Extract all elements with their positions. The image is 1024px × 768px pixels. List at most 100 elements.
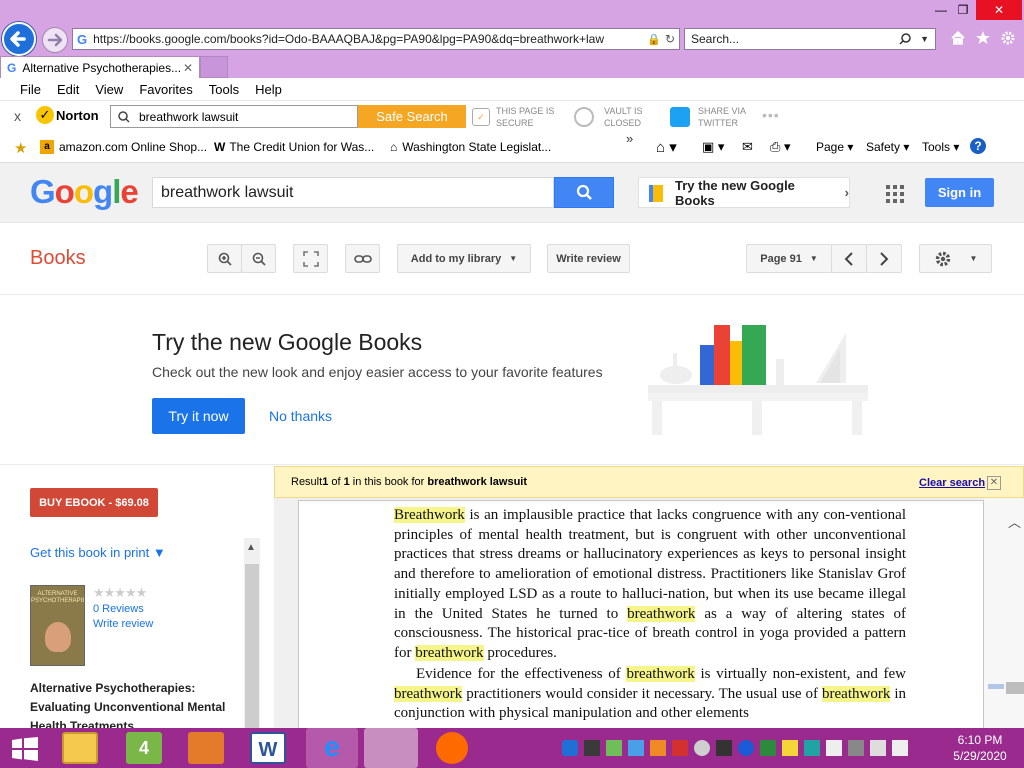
tray-cloud-icon[interactable] [694,740,710,756]
tray-red-icon[interactable] [672,740,688,756]
windows-start-icon[interactable] [12,737,38,761]
tray-gray-icon[interactable] [848,740,864,756]
page-secure-status[interactable]: ✓ THIS PAGE IS SECURE [472,105,554,129]
tray-app-icon[interactable] [584,740,600,756]
buy-ebook-button[interactable]: BUY EBOOK - $69.08 [30,488,158,517]
search-icon[interactable] [898,32,912,46]
favorites-overflow-chevron[interactable]: » [626,131,633,146]
close-result-bar-icon[interactable]: ✕ [987,476,1001,490]
menu-tools[interactable]: Tools [209,82,239,97]
norton-search-input[interactable]: breathwork lawsuit [110,105,358,128]
print-icon[interactable]: ⎙ ▾ [770,139,791,155]
search-dropdown-icon[interactable]: ▼ [920,34,929,44]
favorites-star-icon[interactable] [975,30,991,46]
fullscreen-button[interactable] [293,244,328,273]
tools-menu[interactable]: Tools ▾ [922,140,959,154]
sign-in-button[interactable]: Sign in [925,178,994,207]
app-chart-icon[interactable] [188,732,224,764]
home-icon[interactable] [950,30,966,46]
scroll-up-arrow-icon[interactable]: ▲ [246,542,256,553]
firefox-icon[interactable] [436,732,468,764]
app-green-4-icon[interactable]: 4 [126,732,162,764]
page-menu[interactable]: Page ▾ [816,140,853,154]
safe-search-button[interactable]: Safe Search [358,105,466,128]
internet-explorer-icon[interactable]: e [306,728,358,768]
tray-teal-icon[interactable] [804,740,820,756]
scroll-thumb[interactable] [1006,682,1024,694]
tab-close-icon[interactable]: ✕ [183,61,193,75]
google-search-input[interactable]: breathwork lawsuit [152,177,554,208]
sidebar-scrollbar[interactable]: ▲ [244,538,260,730]
tray-check-icon[interactable] [782,740,798,756]
page-select-button[interactable]: Page 91 ▼ [746,244,832,273]
zoom-out-button[interactable] [241,244,276,273]
tray-flag-icon[interactable] [826,740,842,756]
tray-green-icon[interactable] [606,740,622,756]
thunderbird-icon[interactable] [364,728,418,768]
add-to-library-button[interactable]: Add to my library ▼ [397,244,531,273]
browser-search-box[interactable]: Search... ▼ [684,28,936,50]
back-button[interactable] [2,22,36,56]
menu-file[interactable]: File [20,82,41,97]
add-favorites-star-icon[interactable]: ★ [14,139,27,157]
safety-menu[interactable]: Safety ▾ [866,140,909,154]
google-logo[interactable]: Google [30,173,139,211]
tray-orange-icon[interactable] [650,740,666,756]
get-book-in-print-link[interactable]: Get this book in print ▼ [30,545,166,560]
menu-view[interactable]: View [95,82,123,97]
zoom-in-button[interactable] [207,244,242,273]
menu-favorites[interactable]: Favorites [139,82,192,97]
reviews-link[interactable]: 0 Reviews [93,603,144,615]
clock[interactable]: 6:10 PM 5/29/2020 [950,732,1010,764]
tray-dark-icon[interactable] [716,740,732,756]
norton-close-button[interactable]: x [14,108,21,124]
tray-shield-icon[interactable] [760,740,776,756]
mail-icon[interactable]: ✉ [742,139,753,155]
try-new-books-button[interactable]: Try the new Google Books › [638,177,850,208]
bluetooth-icon[interactable] [738,740,754,756]
settings-button[interactable]: ▼ [919,244,992,273]
refresh-icon[interactable]: ↻ [665,32,675,46]
tray-blue-icon[interactable] [628,740,644,756]
fav-credit-union[interactable]: W The Credit Union for Was... [214,140,374,154]
scroll-up-chevron-icon[interactable]: ︿ [1008,512,1021,531]
file-explorer-icon[interactable] [62,732,98,764]
word-icon[interactable]: W [250,732,286,764]
norton-more-icon[interactable]: ••• [762,107,780,123]
address-bar[interactable]: G https://books.google.com/books?id=Odo-… [72,28,680,50]
books-brand[interactable]: Books [30,247,86,270]
link-button[interactable] [345,244,380,273]
viewer-scrollbar[interactable]: ︿ [984,498,1024,730]
volume-icon[interactable] [892,740,908,756]
settings-gear-icon[interactable] [1000,30,1016,46]
fav-amazon[interactable]: a amazon.com Online Shop... [40,140,207,154]
restore-button[interactable]: ❐ [948,0,978,20]
malwarebytes-icon[interactable] [562,740,578,756]
try-new-books-label: Try the new Google Books [675,177,795,208]
sidebar-write-review-link[interactable]: Write review [93,618,153,630]
try-it-now-button[interactable]: Try it now [152,398,245,434]
no-thanks-link[interactable]: No thanks [269,408,332,424]
apps-grid-icon[interactable] [886,185,904,203]
fav-washington[interactable]: ⌂ Washington State Legislat... [390,140,551,154]
network-icon[interactable] [870,740,886,756]
browser-tab-active[interactable]: G Alternative Psychotherapies... ✕ [0,56,200,78]
help-icon[interactable]: ? [970,138,986,154]
write-review-button[interactable]: Write review [547,244,630,273]
lock-icon[interactable]: 🔒 [647,33,661,46]
menu-help[interactable]: Help [255,82,282,97]
book-cover[interactable]: ALTERNATIVE PSYCHOTHERAPIES [30,585,85,666]
share-twitter[interactable]: SHARE VIA TWITTER [670,105,746,129]
close-window-button[interactable]: ✕ [976,0,1022,20]
menu-edit[interactable]: Edit [57,82,79,97]
clear-search-link[interactable]: Clear search [919,477,985,489]
google-search-button[interactable] [554,177,614,208]
feeds-icon[interactable]: ▣ ▾ [702,139,724,155]
home-cmd-icon[interactable]: ⌂ ▾ [656,138,677,156]
vault-status[interactable]: VAULT IS CLOSED [574,105,643,129]
forward-button[interactable] [42,27,68,53]
new-tab-button[interactable] [200,56,228,78]
next-page-button[interactable] [866,244,902,273]
prev-page-button[interactable] [831,244,867,273]
system-tray-icons[interactable] [562,740,946,756]
